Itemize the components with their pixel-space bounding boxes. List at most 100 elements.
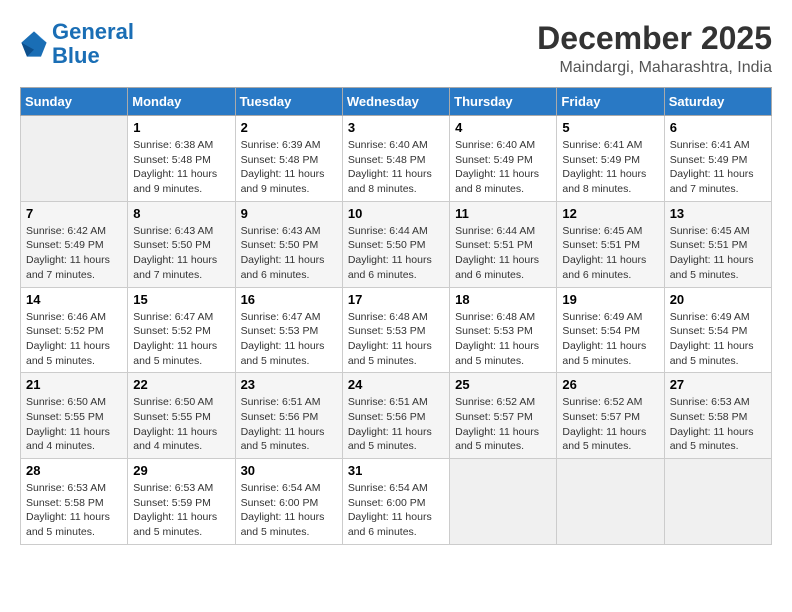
day-info: Sunrise: 6:49 AMSunset: 5:54 PMDaylight:… — [562, 310, 658, 369]
calendar-cell — [664, 459, 771, 545]
day-info: Sunrise: 6:53 AMSunset: 5:58 PMDaylight:… — [670, 395, 766, 454]
calendar-cell: 22Sunrise: 6:50 AMSunset: 5:55 PMDayligh… — [128, 373, 235, 459]
calendar-week-row: 21Sunrise: 6:50 AMSunset: 5:55 PMDayligh… — [21, 373, 772, 459]
calendar-week-row: 7 Sunrise: 6:42 AMSunset: 5:49 PMDaylight… — [21, 201, 772, 287]
day-info: Sunrise: 6:52 AMSunset: 5:57 PMDaylight:… — [455, 395, 551, 454]
calendar-cell — [557, 459, 664, 545]
day-info: Sunrise: 6:40 AMSunset: 5:48 PMDaylight:… — [348, 138, 444, 197]
day-info: Sunrise: 6:46 AMSunset: 5:52 PMDaylight:… — [26, 310, 122, 369]
day-number: 5 — [562, 120, 658, 135]
day-info: Sunrise: 6:54 AMSunset: 6:00 PMDaylight:… — [348, 481, 444, 540]
logo-text: General Blue — [52, 20, 134, 68]
day-number: 19 — [562, 292, 658, 307]
logo-icon — [20, 30, 48, 58]
calendar-cell: 26 Sunrise: 6:52 AMSunset: 5:57 PMDayligh… — [557, 373, 664, 459]
day-number: 30 — [241, 463, 337, 478]
day-number: 29 — [133, 463, 229, 478]
logo: General Blue — [20, 20, 134, 68]
day-info: Sunrise: 6:42 AMSunset: 5:49 PMDaylight:… — [26, 224, 122, 283]
calendar-cell: 21Sunrise: 6:50 AMSunset: 5:55 PMDayligh… — [21, 373, 128, 459]
day-info: Sunrise: 6:44 AMSunset: 5:51 PMDaylight:… — [455, 224, 551, 283]
day-number: 25 — [455, 377, 551, 392]
calendar-cell: 9 Sunrise: 6:43 AMSunset: 5:50 PMDaylight… — [235, 201, 342, 287]
calendar-cell: 31 Sunrise: 6:54 AMSunset: 6:00 PMDayligh… — [342, 459, 449, 545]
day-info: Sunrise: 6:38 AMSunset: 5:48 PMDaylight:… — [133, 138, 229, 197]
day-header-sunday: Sunday — [21, 88, 128, 116]
calendar-week-row: 14 Sunrise: 6:46 AMSunset: 5:52 PMDayligh… — [21, 287, 772, 373]
day-info: Sunrise: 6:41 AMSunset: 5:49 PMDaylight:… — [562, 138, 658, 197]
day-info: Sunrise: 6:53 AMSunset: 5:58 PMDaylight:… — [26, 481, 122, 540]
calendar-cell — [21, 116, 128, 202]
calendar-cell: 6Sunrise: 6:41 AMSunset: 5:49 PMDaylight… — [664, 116, 771, 202]
day-info: Sunrise: 6:47 AMSunset: 5:53 PMDaylight:… — [241, 310, 337, 369]
title-area: December 2025 Maindargi, Maharashtra, In… — [537, 20, 772, 77]
calendar-cell: 17 Sunrise: 6:48 AMSunset: 5:53 PMDayligh… — [342, 287, 449, 373]
day-info: Sunrise: 6:49 AMSunset: 5:54 PMDaylight:… — [670, 310, 766, 369]
calendar-cell: 3 Sunrise: 6:40 AMSunset: 5:48 PMDaylight… — [342, 116, 449, 202]
day-number: 18 — [455, 292, 551, 307]
day-number: 7 — [26, 206, 122, 221]
calendar-cell: 29 Sunrise: 6:53 AMSunset: 5:59 PMDayligh… — [128, 459, 235, 545]
day-header-friday: Friday — [557, 88, 664, 116]
page-header: General Blue December 2025 Maindargi, Ma… — [20, 20, 772, 77]
calendar-cell: 1 Sunrise: 6:38 AMSunset: 5:48 PMDaylight… — [128, 116, 235, 202]
day-info: Sunrise: 6:41 AMSunset: 5:49 PMDaylight:… — [670, 138, 766, 197]
location-title: Maindargi, Maharashtra, India — [537, 59, 772, 77]
day-info: Sunrise: 6:52 AMSunset: 5:57 PMDaylight:… — [562, 395, 658, 454]
day-number: 17 — [348, 292, 444, 307]
calendar-cell: 24 Sunrise: 6:51 AMSunset: 5:56 PMDayligh… — [342, 373, 449, 459]
day-info: Sunrise: 6:39 AMSunset: 5:48 PMDaylight:… — [241, 138, 337, 197]
day-header-saturday: Saturday — [664, 88, 771, 116]
day-number: 1 — [133, 120, 229, 135]
calendar-table: SundayMondayTuesdayWednesdayThursdayFrid… — [20, 87, 772, 545]
calendar-cell: 15 Sunrise: 6:47 AMSunset: 5:52 PMDayligh… — [128, 287, 235, 373]
calendar-cell: 19 Sunrise: 6:49 AMSunset: 5:54 PMDayligh… — [557, 287, 664, 373]
calendar-week-row: 28Sunrise: 6:53 AMSunset: 5:58 PMDayligh… — [21, 459, 772, 545]
day-info: Sunrise: 6:43 AMSunset: 5:50 PMDaylight:… — [241, 224, 337, 283]
calendar-week-row: 1 Sunrise: 6:38 AMSunset: 5:48 PMDaylight… — [21, 116, 772, 202]
day-number: 14 — [26, 292, 122, 307]
day-number: 12 — [562, 206, 658, 221]
day-number: 23 — [241, 377, 337, 392]
day-number: 9 — [241, 206, 337, 221]
day-number: 4 — [455, 120, 551, 135]
day-number: 15 — [133, 292, 229, 307]
day-number: 24 — [348, 377, 444, 392]
day-number: 22 — [133, 377, 229, 392]
calendar-cell: 8 Sunrise: 6:43 AMSunset: 5:50 PMDaylight… — [128, 201, 235, 287]
day-info: Sunrise: 6:44 AMSunset: 5:50 PMDaylight:… — [348, 224, 444, 283]
calendar-cell: 20 Sunrise: 6:49 AMSunset: 5:54 PMDayligh… — [664, 287, 771, 373]
calendar-cell: 28Sunrise: 6:53 AMSunset: 5:58 PMDayligh… — [21, 459, 128, 545]
day-info: Sunrise: 6:48 AMSunset: 5:53 PMDaylight:… — [348, 310, 444, 369]
calendar-cell: 7 Sunrise: 6:42 AMSunset: 5:49 PMDaylight… — [21, 201, 128, 287]
day-number: 16 — [241, 292, 337, 307]
day-header-wednesday: Wednesday — [342, 88, 449, 116]
day-number: 31 — [348, 463, 444, 478]
day-info: Sunrise: 6:43 AMSunset: 5:50 PMDaylight:… — [133, 224, 229, 283]
day-number: 10 — [348, 206, 444, 221]
calendar-cell: 27Sunrise: 6:53 AMSunset: 5:58 PMDayligh… — [664, 373, 771, 459]
calendar-cell: 16 Sunrise: 6:47 AMSunset: 5:53 PMDayligh… — [235, 287, 342, 373]
day-number: 3 — [348, 120, 444, 135]
calendar-cell: 12Sunrise: 6:45 AMSunset: 5:51 PMDayligh… — [557, 201, 664, 287]
day-number: 2 — [241, 120, 337, 135]
day-header-tuesday: Tuesday — [235, 88, 342, 116]
day-number: 20 — [670, 292, 766, 307]
calendar-cell: 11 Sunrise: 6:44 AMSunset: 5:51 PMDayligh… — [450, 201, 557, 287]
day-info: Sunrise: 6:40 AMSunset: 5:49 PMDaylight:… — [455, 138, 551, 197]
day-info: Sunrise: 6:50 AMSunset: 5:55 PMDaylight:… — [26, 395, 122, 454]
day-number: 13 — [670, 206, 766, 221]
day-number: 8 — [133, 206, 229, 221]
day-info: Sunrise: 6:47 AMSunset: 5:52 PMDaylight:… — [133, 310, 229, 369]
calendar-cell: 30Sunrise: 6:54 AMSunset: 6:00 PMDayligh… — [235, 459, 342, 545]
calendar-cell: 14 Sunrise: 6:46 AMSunset: 5:52 PMDayligh… — [21, 287, 128, 373]
day-info: Sunrise: 6:51 AMSunset: 5:56 PMDaylight:… — [348, 395, 444, 454]
day-number: 26 — [562, 377, 658, 392]
day-info: Sunrise: 6:53 AMSunset: 5:59 PMDaylight:… — [133, 481, 229, 540]
calendar-cell: 5 Sunrise: 6:41 AMSunset: 5:49 PMDaylight… — [557, 116, 664, 202]
day-info: Sunrise: 6:48 AMSunset: 5:53 PMDaylight:… — [455, 310, 551, 369]
day-info: Sunrise: 6:45 AMSunset: 5:51 PMDaylight:… — [670, 224, 766, 283]
day-number: 11 — [455, 206, 551, 221]
calendar-cell: 2 Sunrise: 6:39 AMSunset: 5:48 PMDaylight… — [235, 116, 342, 202]
calendar-cell: 23Sunrise: 6:51 AMSunset: 5:56 PMDayligh… — [235, 373, 342, 459]
